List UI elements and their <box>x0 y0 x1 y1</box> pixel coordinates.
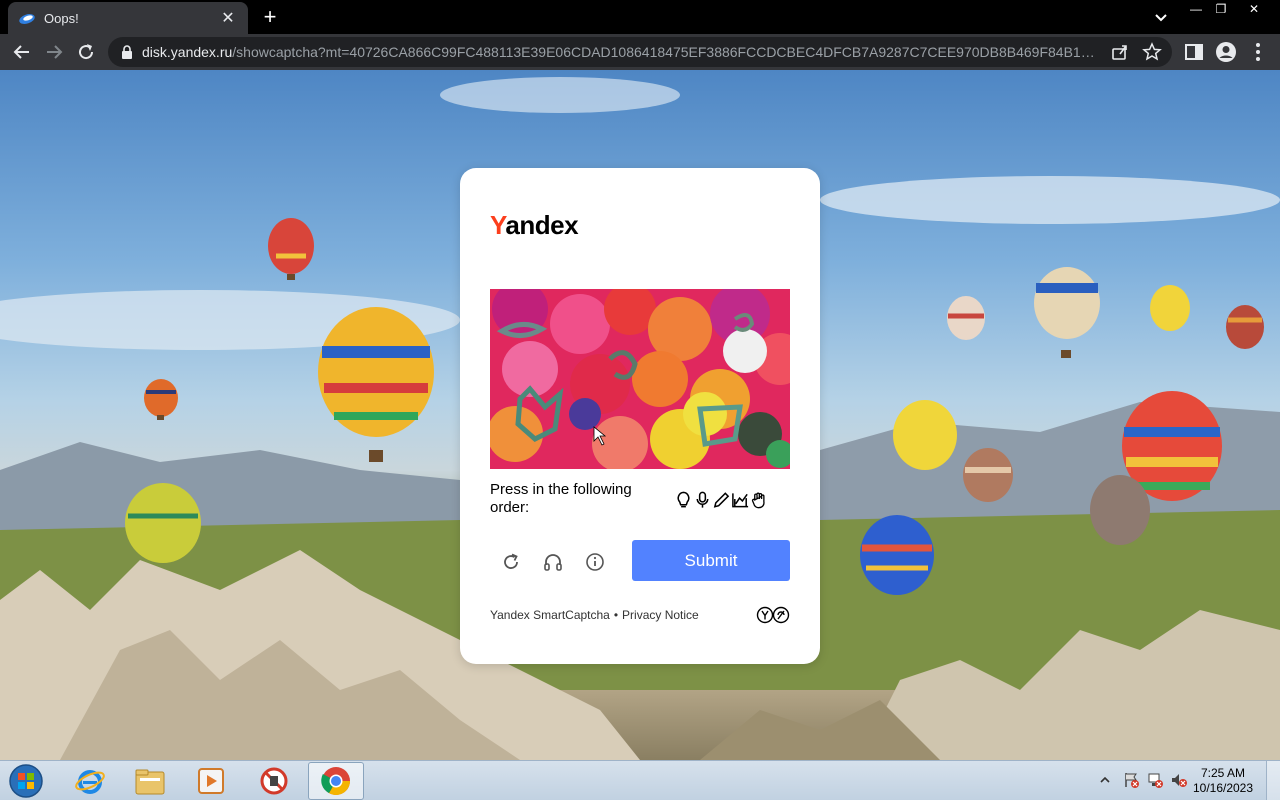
browser-toolbar: disk.yandex.ru /showcaptcha?mt=40726CA86… <box>0 34 1280 70</box>
captcha-instruction: Press in the following order: <box>490 481 632 516</box>
tab-close-icon[interactable]: ✕ <box>218 8 238 28</box>
refresh-icon[interactable] <box>500 551 522 573</box>
chart-icon <box>732 493 749 508</box>
hand-icon <box>751 492 765 509</box>
yandex-disk-favicon <box>19 14 35 24</box>
url-path: /showcaptcha?mt=40726CA866C99FC488113E39… <box>232 44 1098 60</box>
tab-title: Oops! <box>44 10 79 26</box>
file-explorer-icon <box>135 769 165 795</box>
new-tab-button[interactable]: + <box>258 5 282 29</box>
back-arrow-icon[interactable] <box>10 40 34 64</box>
captcha-footer: Yandex SmartCaptcha • Privacy Notice <box>490 608 699 622</box>
info-icon[interactable] <box>584 551 606 573</box>
yandex-logo-rest: andex <box>505 210 579 240</box>
side-panel-icon[interactable] <box>1182 40 1206 64</box>
system-clock[interactable]: 7:25 AM 10/16/2023 <box>1190 766 1256 796</box>
browser-tab-bar: Oops! ✕ + — ❐ ✕ <box>0 0 1280 34</box>
submit-button[interactable]: Submit <box>632 540 790 581</box>
show-desktop-button[interactable] <box>1266 761 1280 800</box>
page-viewport: Yandex Press in the following order: Sub… <box>0 70 1280 760</box>
internet-explorer-icon <box>75 770 105 794</box>
media-player-icon <box>198 768 224 794</box>
window-maximize-button[interactable]: ❐ <box>1208 0 1234 18</box>
pencil-icon <box>713 492 730 508</box>
taskbar-media-player[interactable] <box>183 762 239 800</box>
captcha-order-icons <box>674 490 770 510</box>
captcha-challenge-image[interactable] <box>490 289 790 469</box>
address-bar[interactable]: disk.yandex.ru /showcaptcha?mt=40726CA86… <box>108 37 1172 67</box>
taskbar-internet-explorer[interactable] <box>62 762 118 800</box>
footer-separator: • <box>613 608 619 622</box>
yandex-logo: Yandex <box>490 210 579 241</box>
taskbar-file-explorer[interactable] <box>122 762 178 800</box>
chrome-icon <box>321 767 350 795</box>
clock-time: 7:25 AM <box>1200 766 1246 780</box>
bookmark-star-icon[interactable] <box>1142 42 1162 62</box>
taskbar-chrome[interactable] <box>308 762 364 800</box>
window-minimize-button[interactable]: — <box>1183 0 1209 18</box>
forward-arrow-icon[interactable] <box>42 40 66 64</box>
captcha-card: Yandex Press in the following order: Sub… <box>460 168 820 664</box>
blocked-app-icon <box>260 767 288 795</box>
share-icon[interactable] <box>1110 42 1130 62</box>
browser-menu-icon[interactable] <box>1246 40 1270 64</box>
microphone-icon <box>696 491 709 508</box>
clock-date: 10/16/2023 <box>1192 781 1254 795</box>
yandex-logo-letter: Y <box>490 210 506 240</box>
url-host: disk.yandex.ru <box>142 44 233 60</box>
yandex-badge-icon <box>756 606 790 624</box>
tab-search-chevron-icon[interactable] <box>1150 6 1172 28</box>
windows-taskbar: 7:25 AM 10/16/2023 <box>0 760 1280 800</box>
taskbar-blocked-app[interactable] <box>246 762 302 800</box>
tray-expand-icon[interactable] <box>1098 773 1112 787</box>
privacy-notice-link[interactable]: Privacy Notice <box>622 608 699 622</box>
smartcaptcha-link[interactable]: Yandex SmartCaptcha <box>490 608 610 622</box>
window-close-button[interactable]: ✕ <box>1241 0 1267 18</box>
headphones-icon[interactable] <box>542 551 564 573</box>
browser-tab[interactable]: Oops! ✕ <box>8 2 248 34</box>
start-button-icon[interactable] <box>4 763 48 799</box>
volume-muted-icon[interactable] <box>1170 771 1188 789</box>
action-center-flag-icon[interactable] <box>1122 771 1140 789</box>
profile-avatar-icon[interactable] <box>1214 40 1238 64</box>
lock-icon[interactable] <box>120 44 134 60</box>
lightbulb-icon <box>677 491 690 508</box>
reload-icon[interactable] <box>74 40 98 64</box>
network-icon[interactable] <box>1146 771 1164 789</box>
